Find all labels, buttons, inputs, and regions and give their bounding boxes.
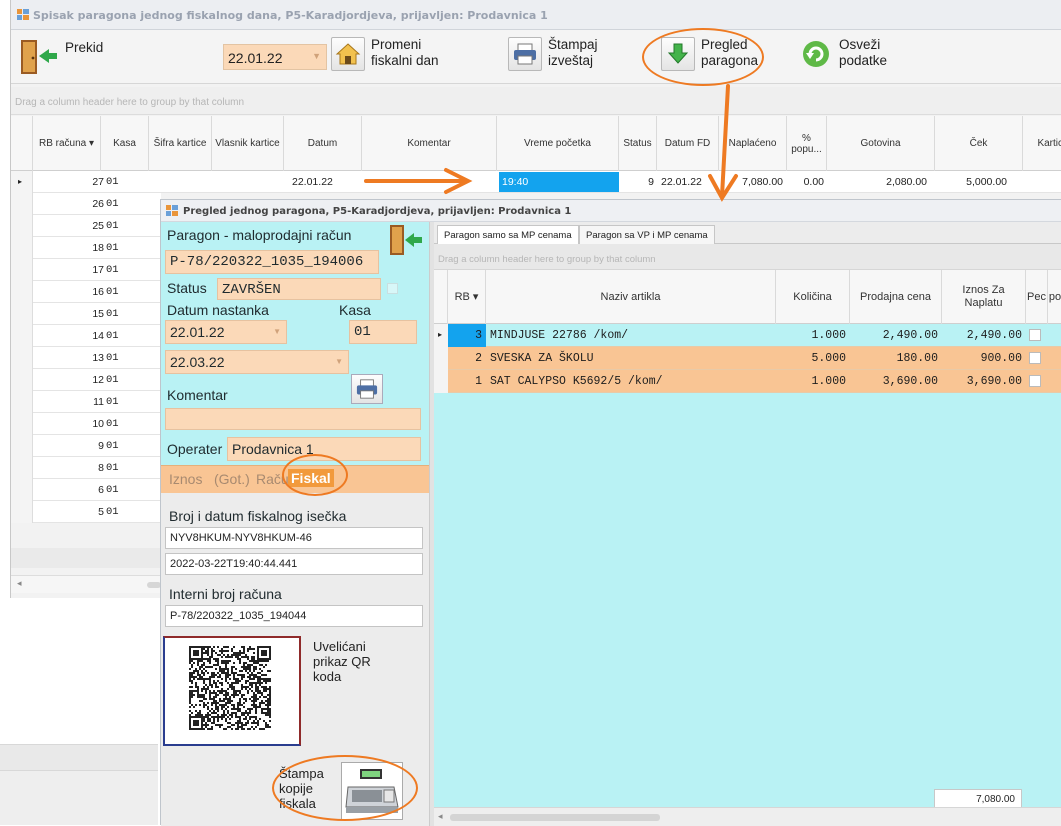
- annotation-arrows: [364, 84, 738, 202]
